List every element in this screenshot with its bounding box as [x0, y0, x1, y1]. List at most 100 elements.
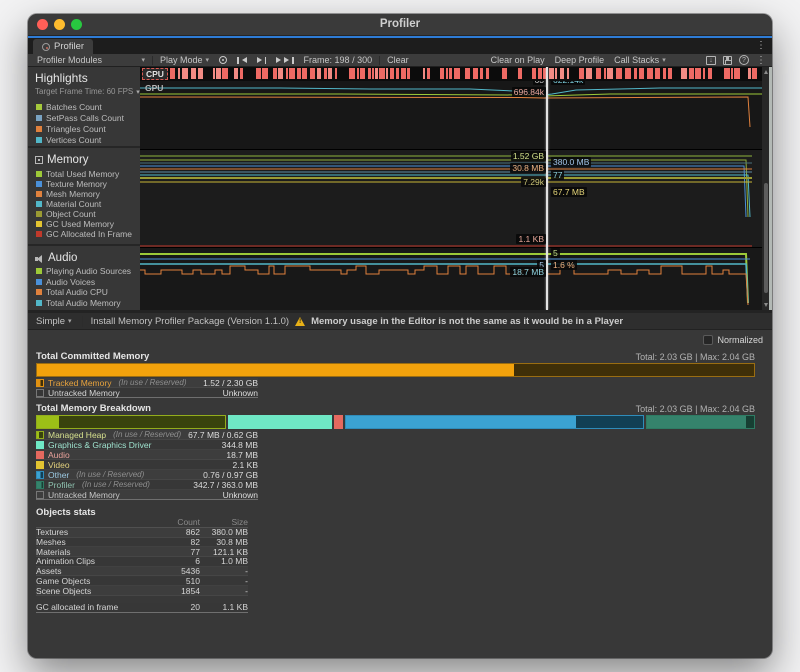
- window-title: Profiler: [28, 18, 772, 30]
- target-frame-time-dropdown[interactable]: Target Frame Time: 60 FPS ▾: [28, 85, 140, 96]
- call-stacks-label: Call Stacks: [614, 55, 659, 65]
- window-edge-strip: [769, 67, 772, 310]
- untracked-memory-row: Untracked Memory Unknown: [36, 388, 258, 398]
- row-size: -: [200, 586, 248, 596]
- row-name: Game Objects: [36, 576, 140, 586]
- tracked-memory-row: Tracked Memory (In use / Reserved) 1.52 …: [36, 378, 258, 388]
- deep-profile-toggle[interactable]: Deep Profile: [550, 54, 610, 67]
- save-profile-icon[interactable]: [723, 56, 732, 65]
- previous-frame-icon: [237, 57, 239, 64]
- legend-item-audio-cpu[interactable]: Total Audio CPU: [28, 287, 140, 298]
- row-size: -: [200, 576, 248, 586]
- row-count: 862: [140, 527, 200, 537]
- scroll-down-icon[interactable]: [764, 303, 768, 307]
- normalized-checkbox[interactable]: [703, 335, 713, 345]
- help-icon[interactable]: ?: [739, 55, 749, 65]
- load-profile-icon[interactable]: ↓: [706, 56, 716, 65]
- next-frame-icon: [265, 57, 267, 64]
- legend-item-gc-used[interactable]: GC Used Memory: [28, 219, 140, 229]
- breakdown-segment-graphics[interactable]: [228, 415, 332, 429]
- legend-item-vertices[interactable]: Vertices Count: [28, 134, 140, 145]
- install-memory-profiler-button[interactable]: Install Memory Profiler Package (Version…: [91, 316, 290, 327]
- record-button[interactable]: [214, 54, 232, 67]
- breakdown-segment-audio[interactable]: [334, 415, 343, 429]
- legend-label: Total Audio Memory: [46, 298, 121, 308]
- scrollbar-thumb[interactable]: [764, 183, 768, 293]
- legend-item-audio-memory[interactable]: Total Audio Memory: [28, 298, 140, 309]
- untracked-swatch: [36, 491, 44, 499]
- cpu-track-label[interactable]: CPU: [142, 68, 168, 80]
- legend-label: Vertices Count: [46, 135, 101, 145]
- cpu-activity-strip[interactable]: [140, 67, 762, 81]
- tab-profiler[interactable]: Profiler: [33, 39, 93, 54]
- breakdown-segment-other[interactable]: [345, 415, 644, 429]
- legend-item-object[interactable]: Object Count: [28, 209, 140, 219]
- legend-item-mesh[interactable]: Mesh Memory: [28, 189, 140, 199]
- window-titlebar[interactable]: Profiler: [28, 14, 772, 36]
- charts-scrollbar[interactable]: [762, 67, 769, 310]
- highlights-module[interactable]: Highlights Target Frame Time: 60 FPS ▾ B…: [28, 67, 140, 148]
- profiler-modules-dropdown[interactable]: Profiler Modules ▾: [32, 54, 150, 67]
- legend-item-setpass[interactable]: SetPass Calls Count: [28, 112, 140, 123]
- legend-label: Audio Voices: [46, 277, 95, 287]
- chart-value-label: 30.8 MB: [510, 163, 546, 173]
- modules-sidebar: Highlights Target Frame Time: 60 FPS ▾ B…: [28, 67, 140, 310]
- objects-row-scene-objects: Scene Objects 1854 -: [36, 586, 248, 596]
- committed-memory-bar[interactable]: [36, 363, 755, 377]
- legend-swatch: [36, 137, 42, 143]
- managed-heap-value: 67.7 MB / 0.62 GB: [188, 430, 258, 440]
- view-mode-label: Simple: [36, 316, 65, 327]
- tab-overflow-menu-icon[interactable]: ⋮: [756, 39, 766, 53]
- clear-button[interactable]: Clear: [382, 54, 414, 67]
- legend-item-triangles[interactable]: Triangles Count: [28, 123, 140, 134]
- profiler-modules-area: Highlights Target Frame Time: 60 FPS ▾ B…: [28, 67, 772, 310]
- breakdown-segment-managed[interactable]: [36, 415, 226, 429]
- record-icon: [219, 56, 227, 64]
- current-frame-button[interactable]: [271, 54, 299, 67]
- toolbar-overflow-menu-icon[interactable]: ⋮: [756, 55, 766, 66]
- target-frame-time-label: Target Frame Time: 60 FPS: [35, 87, 133, 96]
- audio-title-label: Audio: [48, 252, 77, 264]
- untracked-label: Untracked Memory: [48, 490, 120, 500]
- legend-swatch: [36, 268, 42, 274]
- row-size: -: [200, 566, 248, 576]
- normalized-toggle[interactable]: Normalized: [703, 335, 763, 345]
- other-label: Other: [48, 470, 69, 480]
- memory-breakdown-bar[interactable]: [36, 415, 755, 429]
- legend-item-batches[interactable]: Batches Count: [28, 101, 140, 112]
- frame-selection-line[interactable]: [546, 67, 548, 310]
- legend-item-playing-sources[interactable]: Playing Audio Sources: [28, 266, 140, 277]
- chart-value-label: 5: [551, 248, 560, 258]
- untracked-memory-value: Unknown: [223, 388, 258, 398]
- tracked-memory-label: Tracked Memory: [48, 378, 111, 388]
- breakdown-segment-profiler[interactable]: [646, 415, 755, 429]
- legend-item-audio-voices[interactable]: Audio Voices: [28, 277, 140, 288]
- play-mode-label: Play Mode: [160, 55, 203, 65]
- legend-item-total-used[interactable]: Total Used Memory: [28, 169, 140, 179]
- audio-swatch: [36, 451, 44, 459]
- row-size: 380.0 MB: [200, 527, 248, 537]
- legend-swatch: [36, 211, 42, 217]
- objects-header-row: Count Size: [36, 518, 248, 528]
- call-stacks-dropdown[interactable]: Call Stacks ▾: [609, 54, 671, 67]
- legend-swatch: [36, 231, 42, 237]
- next-frame-button[interactable]: [252, 54, 272, 67]
- clear-on-play-toggle[interactable]: Clear on Play: [486, 54, 550, 67]
- play-mode-dropdown[interactable]: Play Mode ▾: [155, 54, 214, 67]
- audio-module[interactable]: Audio Playing Audio Sources Audio Voices…: [28, 248, 140, 310]
- legend-item-texture[interactable]: Texture Memory: [28, 179, 140, 189]
- scroll-up-icon[interactable]: [764, 70, 768, 74]
- module-charts[interactable]: CPU GPU 63 622.14k 696.84k 1.52 GB 380.0…: [140, 67, 762, 310]
- current-frame-icon: [284, 57, 289, 63]
- breakdown-row-other: Other (In use / Reserved) 0.76 / 0.97 GB: [36, 470, 258, 480]
- memory-module[interactable]: Memory Total Used Memory Texture Memory …: [28, 150, 140, 246]
- legend-swatch: [36, 115, 42, 121]
- legend-item-gc-alloc[interactable]: GC Allocated In Frame: [28, 229, 140, 239]
- audio-label: Audio: [48, 450, 70, 460]
- chart-value-label: 77: [551, 170, 564, 180]
- chevron-down-icon: ▾: [68, 317, 72, 325]
- gpu-track-label[interactable]: GPU: [143, 83, 165, 93]
- view-mode-dropdown[interactable]: Simple ▾: [34, 315, 74, 328]
- previous-frame-button[interactable]: [232, 54, 252, 67]
- legend-item-material[interactable]: Material Count: [28, 199, 140, 209]
